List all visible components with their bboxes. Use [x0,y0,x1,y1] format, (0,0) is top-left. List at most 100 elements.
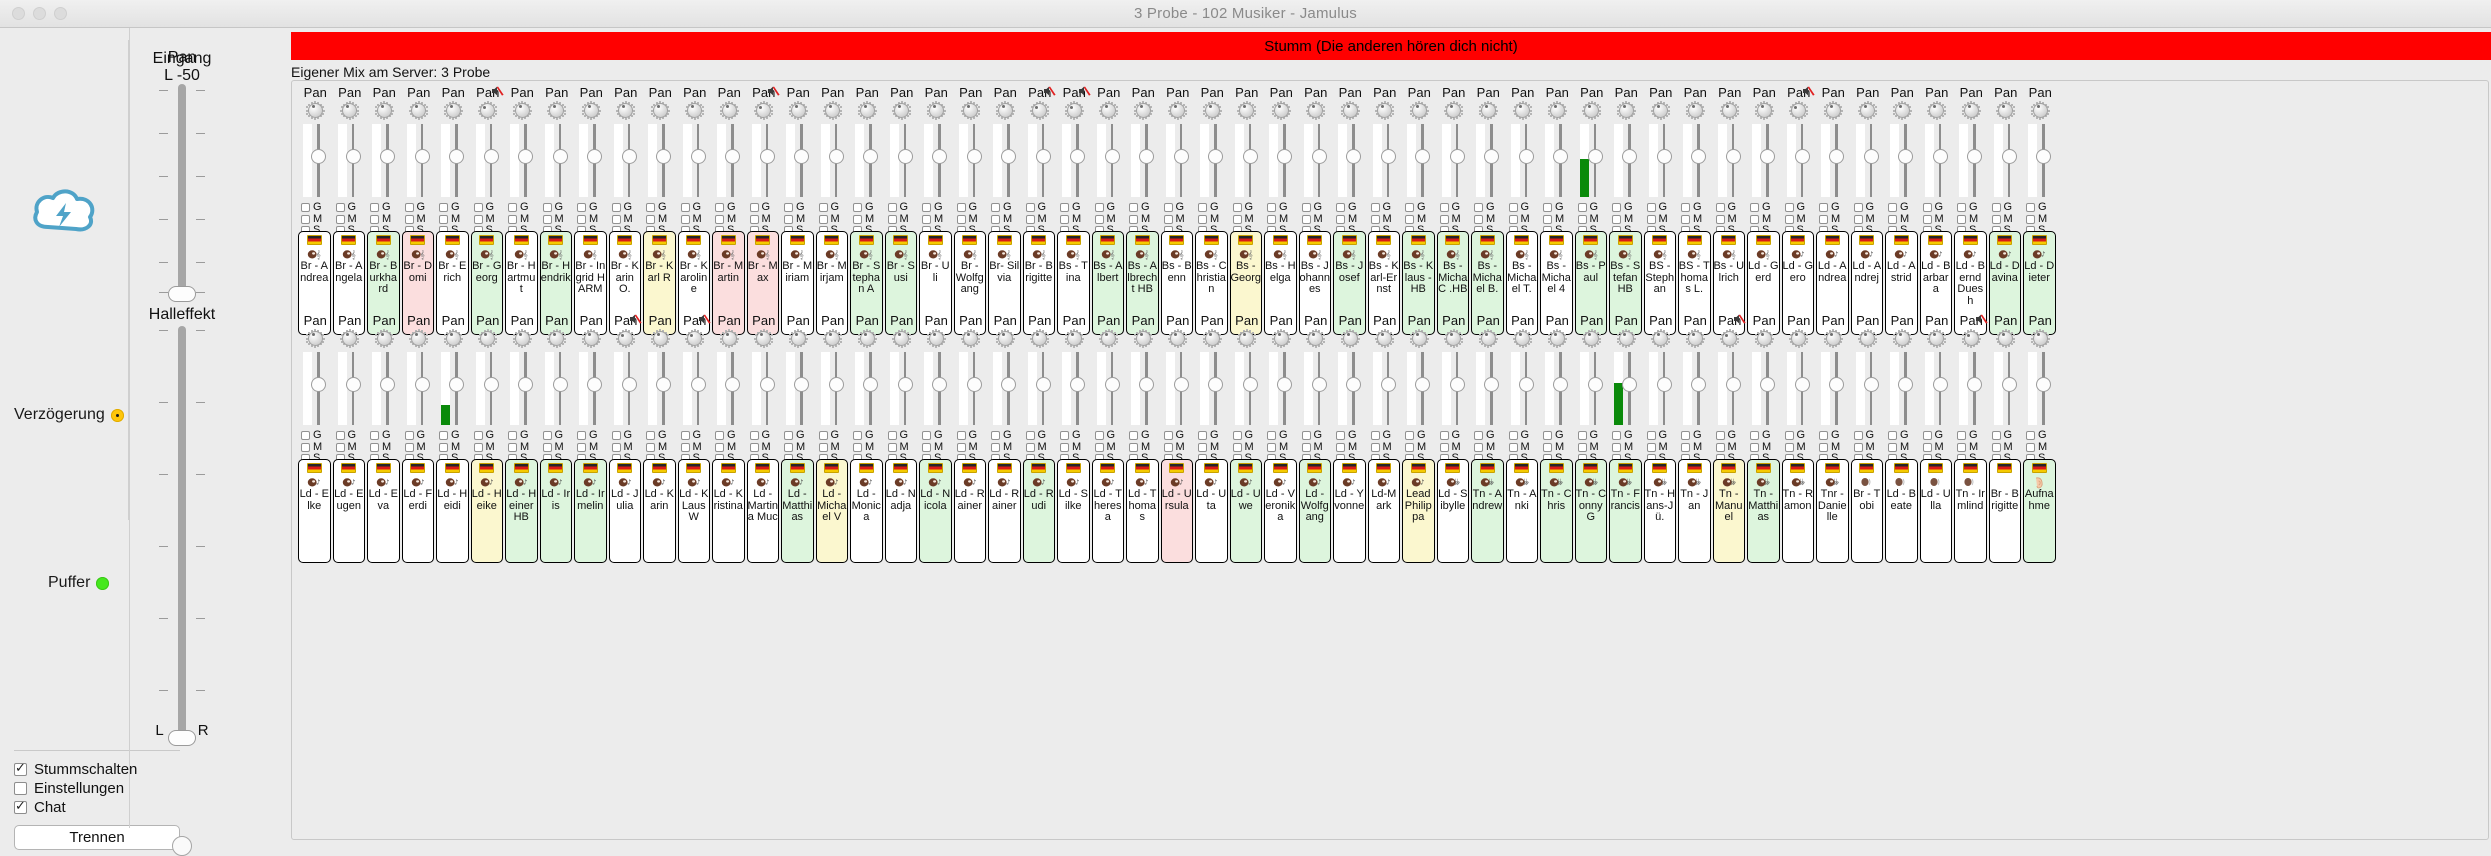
mixer-channel[interactable]: Pan G M S [1264,85,1299,237]
mute-checkbox[interactable] [818,442,828,452]
fader-handle[interactable] [1967,377,1982,392]
pan-knob[interactable] [1306,101,1326,120]
mixer-channel[interactable]: Pan G M S [781,85,816,237]
pan-knob[interactable] [443,101,463,120]
pan-knob[interactable] [305,329,325,348]
fader-handle[interactable] [1587,149,1603,164]
mute-checkbox[interactable] [611,442,621,452]
pan-knob[interactable] [616,101,636,120]
mute-checkbox[interactable] [1163,214,1173,224]
channel-nameplate[interactable]: Ld - Ulla [1919,459,1952,563]
mixer-channel[interactable]: Pan G M S [1126,85,1161,237]
group-checkbox[interactable] [818,203,828,213]
mixer-channel[interactable]: Pan G M S [1299,85,1334,237]
mute-checkbox[interactable] [1577,214,1587,224]
fader-handle[interactable] [1311,149,1327,164]
channel-fader[interactable] [1747,350,1782,427]
group-checkbox[interactable] [1543,203,1552,213]
group-toggle[interactable]: G [1161,430,1196,442]
channel-fader[interactable] [505,350,540,427]
group-toggle[interactable]: G [988,202,1023,214]
group-checkbox[interactable] [1198,431,1207,441]
fader-handle[interactable] [966,377,982,392]
group-checkbox[interactable] [1784,431,1794,441]
fader-handle[interactable] [1208,149,1223,164]
pan-knob[interactable] [1375,101,1395,120]
channel-fader[interactable] [1678,122,1713,199]
channel-fader[interactable] [816,122,851,199]
pan-knob[interactable] [1340,101,1360,120]
mute-checkbox[interactable] [1129,214,1138,224]
mute-checkbox[interactable] [2026,442,2035,452]
mute-checkbox[interactable] [853,214,862,224]
mixer-channel[interactable]: Pan G M S [1644,85,1679,237]
channel-nameplate[interactable]: ♪ Ld - Irmelin [574,459,607,563]
channel-fader[interactable] [1402,122,1437,199]
channel-fader[interactable] [1575,122,1610,199]
fader-handle[interactable] [483,149,499,164]
pan-knob[interactable] [512,101,532,120]
group-toggle[interactable]: G [1506,430,1541,442]
mute-checkbox[interactable] [853,442,862,452]
channel-fader[interactable] [1954,122,1989,199]
channel-fader[interactable] [747,350,782,427]
channel-nameplate[interactable]: ♪ Lead Philippa [1402,459,1435,563]
group-toggle[interactable]: G [885,430,920,442]
group-toggle[interactable]: G [1678,202,1713,214]
fader-handle[interactable] [1208,377,1223,392]
mixer-channel[interactable]: Pan G M S [1713,313,1748,465]
mute-checkbox[interactable] [577,214,586,224]
group-toggle[interactable]: G [1264,430,1299,442]
fader-handle[interactable] [621,149,637,164]
group-checkbox[interactable] [1819,203,1828,213]
group-toggle[interactable]: G [1092,430,1127,442]
channel-fader[interactable] [402,122,437,199]
mixer-channel[interactable]: Pan G M S [1333,313,1368,465]
channel-nameplate[interactable]: ♪ Ld - Heidi [436,459,469,563]
group-toggle[interactable]: G [1989,202,2024,214]
channel-fader[interactable] [1713,122,1748,199]
group-toggle[interactable]: G [1782,202,1817,214]
group-toggle[interactable]: G [1851,430,1886,442]
mixer-channel[interactable]: Pan G M S [333,313,368,465]
channel-fader[interactable] [712,350,747,427]
pan-knob[interactable] [1237,101,1257,120]
channel-fader[interactable] [1851,350,1886,427]
group-checkbox[interactable] [853,431,862,441]
pan-knob[interactable] [547,101,567,120]
pan-knob[interactable] [1892,329,1912,348]
channel-fader[interactable] [436,122,471,199]
group-checkbox[interactable] [1508,431,1518,441]
group-toggle[interactable]: G [2023,202,2058,214]
channel-fader[interactable] [1264,122,1299,199]
group-checkbox[interactable] [1060,203,1069,213]
group-checkbox[interactable] [1025,203,1035,213]
fader-handle[interactable] [1656,377,1672,392]
fader-handle[interactable] [1173,149,1189,164]
group-toggle[interactable]: G [540,430,575,442]
mixer-channel[interactable]: Pan G M S [1299,313,1334,465]
channel-nameplate[interactable]: ♪ Ld - Wolfgang [1298,459,1331,563]
group-checkbox[interactable] [1163,431,1173,441]
group-toggle[interactable]: G [781,430,816,442]
group-checkbox[interactable] [1370,431,1380,441]
channel-fader[interactable] [919,350,954,427]
channel-fader[interactable] [1057,350,1092,427]
group-toggle[interactable]: G [954,430,989,442]
channel-fader[interactable] [2023,122,2058,199]
channel-nameplate[interactable]: ♪ Ld - Kristina [712,459,745,563]
group-checkbox[interactable] [473,431,483,441]
pan-knob[interactable] [926,329,946,348]
fader-handle[interactable] [380,377,395,392]
group-checkbox[interactable] [1612,203,1621,213]
group-checkbox[interactable] [991,431,1000,441]
channel-fader[interactable] [609,350,644,427]
fader-handle[interactable] [621,377,637,392]
mixer-channel[interactable]: Pan G M S [298,313,333,465]
group-toggle[interactable]: G [574,202,609,214]
group-toggle[interactable]: G [1747,202,1782,214]
channel-fader[interactable] [1057,122,1092,199]
group-checkbox[interactable] [1508,203,1518,213]
group-checkbox[interactable] [749,431,759,441]
mute-checkbox[interactable] [1991,442,2001,452]
